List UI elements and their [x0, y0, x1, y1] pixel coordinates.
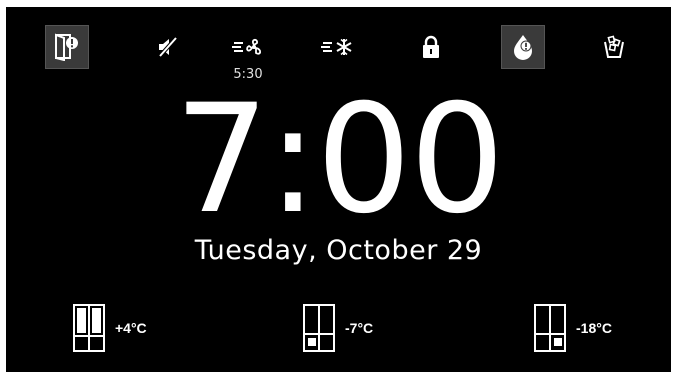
sound-toggle-button[interactable]	[146, 25, 190, 69]
door-alert-button[interactable]	[45, 25, 89, 69]
fridge-temperature: +4°C	[115, 320, 147, 336]
fridge-zone[interactable]: +4°C	[73, 303, 147, 353]
fan-timer-icon	[232, 38, 262, 55]
ice-dispenser-button[interactable]	[592, 25, 636, 69]
lock-icon	[423, 35, 439, 58]
ice-cup-icon	[604, 35, 624, 58]
lock-button[interactable]	[409, 25, 453, 69]
convertible-temperature: -7°C	[345, 320, 374, 336]
fast-freeze-button[interactable]	[316, 25, 360, 69]
water-filter-alert-button[interactable]	[501, 25, 545, 69]
convertible-zone-icon	[303, 304, 335, 352]
fan-timer-button[interactable]	[226, 25, 270, 69]
clock-date: Tuesday, October 29	[194, 235, 483, 266]
convertible-zone[interactable]: -7°C	[303, 303, 373, 353]
freezer-temperature: -18°C	[576, 320, 612, 336]
water-filter-alert-icon	[514, 35, 532, 60]
fridge-zone-icon	[73, 304, 105, 352]
sound-muted-icon	[158, 37, 178, 57]
freezer-zone[interactable]: -18°C	[534, 303, 612, 353]
fridge-display-screen: 5:30 7:00 Tuesday, October 29 +4°C -7°C …	[6, 7, 671, 372]
freezer-zone-icon	[534, 304, 566, 352]
door-alert-icon	[55, 33, 78, 61]
clock-time: 7:00	[174, 73, 505, 247]
fast-freeze-icon	[321, 38, 352, 56]
